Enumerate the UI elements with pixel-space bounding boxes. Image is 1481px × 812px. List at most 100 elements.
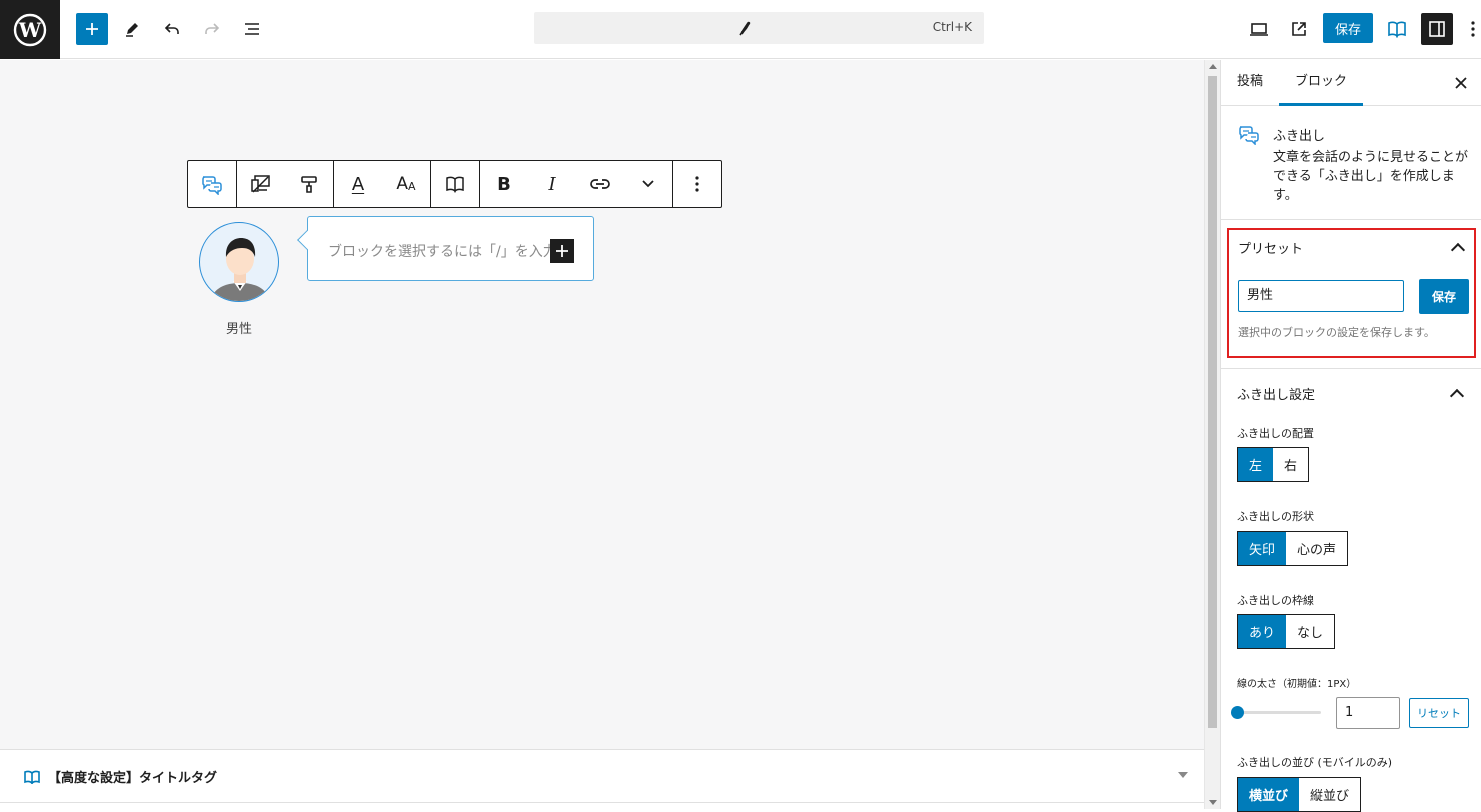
preview-button[interactable]	[1243, 13, 1275, 45]
border-width-label: 線の太さ（初期値：1PX）	[1237, 679, 1357, 690]
command-palette-bar[interactable]: Ctrl+K	[534, 12, 984, 44]
block-options-button[interactable]	[673, 161, 721, 207]
border-toggle: あり なし	[1237, 614, 1336, 649]
shape-label: ふき出しの形状	[1237, 510, 1314, 523]
text-color-button[interactable]: A	[334, 161, 382, 207]
add-block-button[interactable]	[76, 13, 108, 45]
bold-button[interactable]: B	[480, 161, 528, 207]
more-formats-button[interactable]	[624, 161, 672, 207]
balloon-settings-title[interactable]: ふき出し設定	[1237, 384, 1315, 403]
metabox-heading[interactable]: 【高度な設定】タイトルタグ	[24, 767, 217, 786]
shape-toggle: 矢印 心の声	[1237, 531, 1349, 566]
book-icon	[24, 770, 40, 784]
placement-left-option[interactable]: 左	[1238, 448, 1274, 481]
bubble-arrow	[297, 230, 317, 250]
save-button[interactable]: 保存	[1323, 13, 1373, 43]
avatar-name[interactable]: 男性	[199, 318, 279, 337]
settings-panel-toggle[interactable]	[1421, 13, 1453, 45]
metabox-toggle-caret[interactable]	[1178, 772, 1188, 778]
more-vertical-icon	[695, 176, 699, 192]
link-icon	[590, 179, 610, 189]
options-button[interactable]	[1465, 13, 1481, 45]
advanced-settings-metabox[interactable]: 【高度な設定】タイトルタグ	[0, 749, 1204, 809]
shape-arrow-option[interactable]: 矢印	[1238, 532, 1287, 565]
border-yes-option[interactable]: あり	[1238, 615, 1287, 648]
more-vertical-icon	[1471, 21, 1475, 37]
undo-icon	[164, 23, 179, 34]
command-shortcut: Ctrl+K	[932, 20, 972, 34]
placement-right-option[interactable]: 右	[1273, 448, 1309, 481]
paint-roller-button[interactable]	[285, 161, 333, 207]
chevron-down-icon	[642, 180, 654, 188]
chevron-up-icon[interactable]	[1449, 388, 1465, 404]
italic-button[interactable]: I	[528, 161, 576, 207]
slider-thumb[interactable]	[1231, 706, 1244, 719]
preset-name-input[interactable]: 男性	[1238, 280, 1404, 312]
canvas-scrollbar[interactable]	[1204, 60, 1220, 809]
visibility-toggle-button[interactable]	[237, 161, 285, 207]
undo-button[interactable]	[156, 13, 188, 45]
tab-post[interactable]: 投稿	[1237, 60, 1263, 106]
preset-title[interactable]: プリセット	[1238, 238, 1303, 257]
pencil-icon	[126, 23, 138, 37]
font-size-letter-big: A	[396, 174, 409, 194]
speech-bubble[interactable]: ブロックを選択するには「/」を入力	[297, 216, 594, 281]
text-color-letter: A	[351, 173, 365, 195]
manual-link-button[interactable]	[431, 161, 479, 207]
external-link-icon	[1292, 22, 1306, 36]
book-icon	[1388, 21, 1406, 38]
list-view-icon	[245, 23, 259, 35]
metabox-title: 【高度な設定】タイトルタグ	[48, 771, 218, 786]
block-toolbar: A AA B I	[187, 160, 722, 208]
chevron-up-icon[interactable]	[1450, 242, 1466, 258]
male-avatar-icon	[210, 238, 270, 301]
tools-button[interactable]	[116, 13, 148, 45]
wordpress-logo[interactable]: W	[0, 0, 60, 59]
reset-button[interactable]: リセット	[1409, 698, 1469, 728]
redo-button[interactable]	[196, 13, 228, 45]
bold-letter: B	[497, 173, 511, 195]
border-label: ふき出しの枠線	[1237, 594, 1314, 607]
block-name: ふき出し	[1273, 129, 1326, 144]
shape-thought-option[interactable]: 心の声	[1286, 532, 1348, 565]
scroll-thumb[interactable]	[1208, 76, 1217, 728]
panel-divider	[1221, 368, 1481, 369]
view-post-button[interactable]	[1283, 13, 1315, 45]
document-overview-button[interactable]	[236, 13, 268, 45]
balloon-block-button[interactable]	[188, 161, 236, 207]
order-horizontal-option[interactable]: 横並び	[1238, 778, 1300, 811]
svg-text:W: W	[18, 18, 42, 42]
wordpress-icon: W	[13, 13, 47, 46]
sidebar-icon	[1429, 21, 1445, 37]
preset-save-button[interactable]: 保存	[1419, 279, 1469, 314]
border-width-slider[interactable]	[1237, 711, 1321, 714]
manual-button[interactable]	[1381, 13, 1413, 45]
placement-toggle: 左 右	[1237, 447, 1310, 482]
speech-bubbles-icon	[202, 176, 222, 195]
order-vertical-option[interactable]: 縦並び	[1299, 778, 1361, 811]
scroll-up-arrow[interactable]	[1209, 64, 1217, 69]
block-icon	[1237, 123, 1261, 149]
close-icon	[1455, 77, 1467, 89]
avatar[interactable]	[199, 222, 279, 302]
scroll-down-arrow[interactable]	[1209, 800, 1217, 805]
bubble-placeholder[interactable]: ブロックを選択するには「/」を入力	[328, 241, 558, 261]
editor-top-bar: W Ctrl+K 保存	[0, 0, 1481, 59]
metabox-divider	[0, 802, 1204, 803]
border-no-option[interactable]: なし	[1286, 615, 1335, 648]
preset-help-text: 選択中のブロックの設定を保存します。	[1238, 326, 1435, 339]
sidebar-tabs: 投稿 ブロック	[1221, 60, 1481, 106]
font-size-letter-small: A	[408, 180, 416, 193]
border-width-input[interactable]: 1	[1336, 697, 1400, 729]
preset-panel: プリセット 男性 保存 選択中のブロックの設定を保存します。	[1227, 228, 1476, 358]
book-icon	[446, 176, 464, 193]
speech-bubbles-icon	[1239, 126, 1259, 146]
close-sidebar-button[interactable]	[1452, 74, 1470, 92]
block-card: ふき出し 文章を会話のように見せることができる「ふき出し」を作成します。	[1221, 106, 1481, 220]
tab-block[interactable]: ブロック	[1279, 60, 1363, 106]
link-button[interactable]	[576, 161, 624, 207]
plus-icon	[556, 245, 568, 257]
desktop-icon	[1250, 23, 1268, 36]
font-size-button[interactable]: AA	[382, 161, 430, 207]
inserter-button[interactable]	[550, 239, 574, 263]
